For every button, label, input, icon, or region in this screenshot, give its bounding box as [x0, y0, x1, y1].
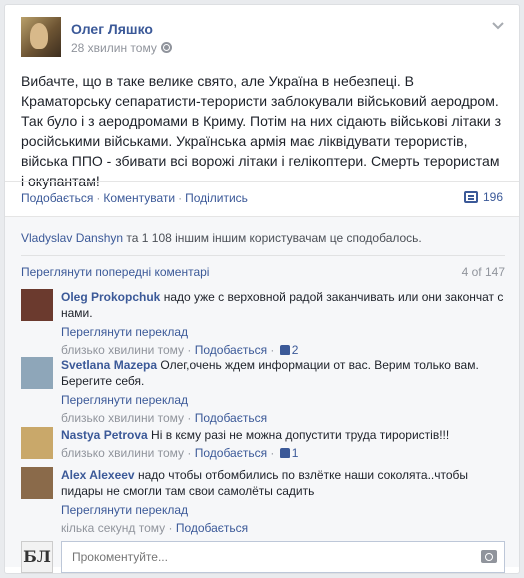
comment-meta: кілька секунд тому · Подобається [61, 521, 249, 535]
likes-summary: Vladyslav Danshyn та 1 108 іншим іншим к… [21, 231, 422, 245]
commenter-name[interactable]: Nastya Petrova [61, 428, 148, 442]
comment-like-link[interactable]: Подобається [195, 411, 267, 425]
post-time: 28 хвилин тому [71, 41, 172, 55]
commenter-avatar[interactable] [21, 289, 53, 321]
comment-meta: близько хвилини тому · Подобається · 1 [61, 446, 299, 460]
comment-meta: близько хвилини тому · Подобається · 2 [61, 343, 299, 357]
comment-time: близько хвилини тому [61, 446, 185, 460]
liker-name[interactable]: Vladyslav Danshyn [21, 231, 123, 245]
comment-text: Ні в кєму разі не можна допустити труда … [147, 428, 450, 442]
view-previous-comments[interactable]: Переглянути попередні коментарі [21, 265, 209, 279]
divider [21, 255, 505, 256]
commenter-name[interactable]: Alex Alexeev [61, 468, 135, 482]
globe-icon [160, 42, 172, 53]
comment-time: близько хвилини тому [61, 343, 185, 357]
commenter-avatar[interactable] [21, 427, 53, 459]
post-header: Олег Ляшко 28 хвилин тому [21, 17, 505, 61]
separator: · [96, 191, 101, 205]
comment-time: близько хвилини тому [61, 411, 185, 425]
comment-time: кілька секунд тому [61, 521, 166, 535]
share-count[interactable]: 196 [463, 190, 503, 204]
comment-composer: БЛ [21, 541, 505, 573]
comment-like-count[interactable]: 2 [292, 343, 299, 357]
commenter-name[interactable]: Svetlana Mazepa [61, 358, 157, 372]
author-avatar[interactable] [21, 17, 61, 57]
post-text: Вибачте, що в таке велике свято, але Укр… [21, 73, 502, 189]
commenter-name[interactable]: Oleg Prokopchuk [61, 290, 160, 304]
thumbs-up-icon [279, 448, 290, 458]
comment-input[interactable] [61, 541, 505, 573]
comments-pager: 4 of 147 [461, 265, 505, 279]
comment-like-count[interactable]: 1 [292, 446, 299, 460]
timestamp-link[interactable]: 28 хвилин тому [71, 41, 157, 55]
translate-link[interactable]: Переглянути переклад [61, 392, 505, 408]
likes-rest: та 1 108 іншим іншим користувачам це спо… [123, 231, 422, 245]
comment-meta: близько хвилини тому · Подобається [61, 411, 268, 425]
divider [5, 181, 519, 182]
post-actions: Подобається · Коментувати · Поділитись [21, 191, 248, 205]
separator: · [178, 191, 183, 205]
translate-link[interactable]: Переглянути переклад [61, 324, 505, 340]
comment-link[interactable]: Коментувати [103, 191, 175, 205]
comment-like-link[interactable]: Подобається [195, 343, 267, 357]
like-link[interactable]: Подобається [21, 191, 93, 205]
author-name[interactable]: Олег Ляшко [71, 21, 153, 37]
chevron-down-icon[interactable] [491, 19, 505, 33]
viewer-avatar: БЛ [21, 541, 53, 573]
share-count-value: 196 [482, 190, 503, 204]
thumbs-up-icon [279, 345, 290, 355]
feedback-section: Vladyslav Danshyn та 1 108 іншим іншим к… [5, 217, 519, 573]
commenter-avatar[interactable] [21, 467, 53, 499]
camera-icon[interactable] [481, 550, 497, 563]
comment-icon [463, 191, 478, 203]
translate-link[interactable]: Переглянути переклад [61, 502, 505, 518]
commenter-avatar[interactable] [21, 357, 53, 389]
comment-like-link[interactable]: Подобається [176, 521, 248, 535]
comment-like-link[interactable]: Подобається [195, 446, 267, 460]
post-card: Олег Ляшко 28 хвилин тому Вибачте, що в … [4, 4, 520, 574]
share-link[interactable]: Поділитись [185, 191, 248, 205]
